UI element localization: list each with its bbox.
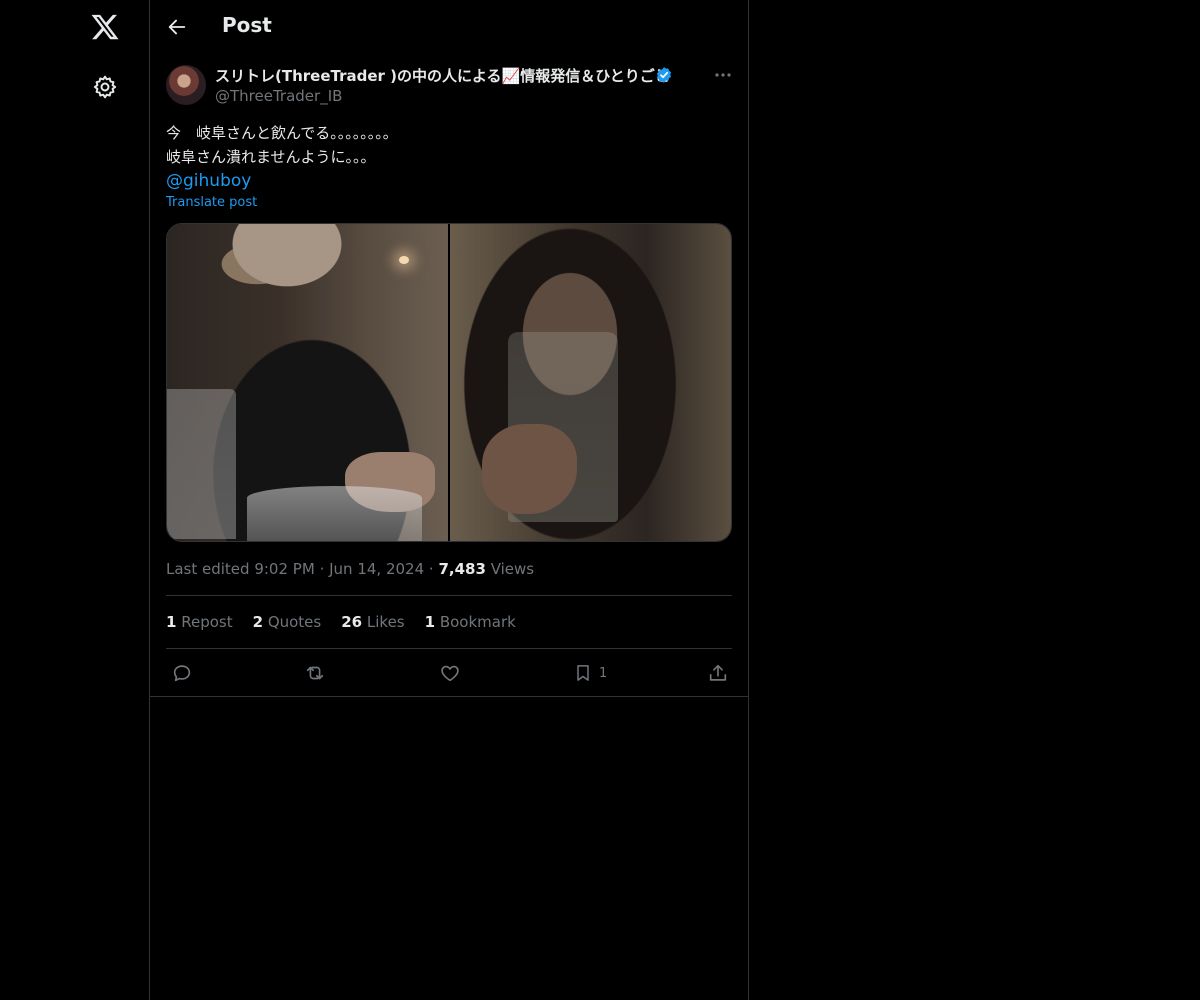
likes-stat[interactable]: 26 Likes — [341, 613, 404, 631]
repost-stat[interactable]: 1 Repost — [166, 613, 233, 631]
edited-timestamp[interactable]: Last edited 9:02 PM — [166, 560, 315, 578]
photo-detail — [247, 486, 422, 541]
post-date[interactable]: Jun 14, 2024 — [329, 560, 424, 578]
post-text-line: 岐阜さん潰れませんように。。。 — [166, 148, 376, 166]
heart-icon[interactable] — [439, 661, 461, 685]
verified-badge-icon[interactable] — [655, 66, 673, 84]
stat-label: Quotes — [267, 613, 322, 631]
photo-detail — [167, 389, 236, 539]
photo-detail — [482, 424, 577, 514]
share-icon[interactable] — [707, 661, 729, 685]
main-column: Post スリトレ(ThreeTrader )の中の人による📈情報発信＆ひとりご… — [149, 0, 749, 1000]
post-photo[interactable] — [450, 224, 731, 541]
post-actions: 1 — [150, 649, 748, 696]
stat-count: 26 — [341, 613, 363, 631]
bookmark-count: 1 — [599, 665, 608, 681]
post-meta: Last edited 9:02 PM · Jun 14, 2024 · 7,4… — [166, 560, 534, 578]
views-count: 7,483 — [438, 560, 486, 578]
repost-icon[interactable] — [303, 661, 327, 685]
post-media — [166, 223, 732, 542]
left-rail — [0, 0, 150, 1000]
post-text: 今 岐阜さんと飲んでる。。。。。。。。 岐阜さん潰れませんように。。。 @gih… — [166, 121, 726, 193]
bookmark-icon[interactable]: 1 — [573, 661, 607, 685]
stat-label: Likes — [366, 613, 405, 631]
author-display-name[interactable]: スリトレ(ThreeTrader )の中の人による📈情報発信＆ひとりごと — [215, 65, 670, 86]
photo-detail — [399, 256, 409, 264]
divider — [166, 595, 732, 596]
stat-label: Repost — [181, 613, 233, 631]
page-title: Post — [222, 13, 272, 37]
mention-link[interactable]: @gihuboy — [166, 169, 726, 193]
post-photo[interactable] — [167, 224, 448, 541]
separator-dot: · — [319, 560, 330, 578]
translate-post-link[interactable]: Translate post — [166, 195, 257, 210]
stat-count: 1 — [166, 613, 177, 631]
divider — [150, 696, 748, 697]
x-logo-icon[interactable] — [90, 12, 120, 42]
post-text-line: 今 岐阜さんと飲んでる。。。。。。。。 — [166, 124, 398, 142]
post-stats: 1 Repost 2 Quotes 26 Likes 1 Bookmark — [166, 613, 516, 631]
quotes-stat[interactable]: 2 Quotes — [253, 613, 322, 631]
bookmark-stat[interactable]: 1 Bookmark — [425, 613, 516, 631]
stat-count: 2 — [252, 613, 264, 631]
avatar[interactable] — [166, 65, 206, 105]
reply-icon[interactable] — [171, 661, 193, 685]
more-horizontal-icon[interactable] — [712, 66, 734, 84]
author-handle[interactable]: @ThreeTrader_IB — [215, 87, 342, 105]
page-header: Post — [150, 0, 748, 53]
views-label: Views — [490, 560, 535, 578]
stat-count: 1 — [424, 613, 436, 631]
arrow-left-icon[interactable] — [166, 16, 188, 38]
gear-icon[interactable] — [92, 74, 118, 100]
stat-label: Bookmark — [439, 613, 516, 631]
